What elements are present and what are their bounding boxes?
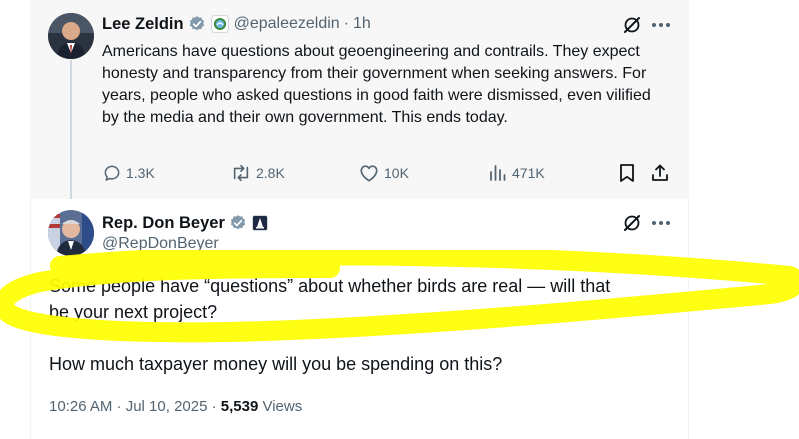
grok-icon[interactable]: [621, 212, 643, 234]
affiliation-icon[interactable]: [251, 215, 268, 231]
views-count: 471K: [512, 165, 545, 181]
share-icon: [652, 164, 668, 181]
like-button[interactable]: 10K: [358, 163, 409, 183]
verified-badge-icon: [188, 15, 206, 33]
parent-tweet-text: Americans have questions about geoengine…: [102, 43, 651, 126]
main-tweet-text-line1: Some people have “questions” about wheth…: [49, 276, 611, 296]
avatar[interactable]: [48, 13, 94, 59]
bookmark-button[interactable]: [618, 163, 640, 183]
verified-badge-icon: [229, 214, 247, 232]
author-handle[interactable]: @epaleezeldin: [234, 15, 340, 33]
author-handle[interactable]: @RepDonBeyer: [102, 235, 219, 253]
main-tweet-header: Rep. Don Beyer: [102, 212, 268, 234]
tweet-meta: 10:26 AM · Jul 10, 2025 · 5,539 Views: [49, 398, 302, 415]
avatar[interactable]: [48, 210, 94, 256]
reply-count: 1.3K: [126, 165, 155, 181]
tweet-time[interactable]: 1h: [353, 15, 371, 33]
grok-icon[interactable]: [621, 14, 643, 36]
like-icon: [360, 165, 378, 182]
page-background-left: [0, 0, 30, 439]
separator: ·: [343, 15, 350, 32]
share-button[interactable]: [650, 163, 674, 183]
main-tweet-text-line2: be your next project?: [49, 302, 218, 322]
thread-connector-line: [70, 60, 72, 210]
reply-button[interactable]: 1.3K: [102, 163, 155, 183]
tweet-timestamp[interactable]: 10:26 AM · Jul 10, 2025 ·: [49, 398, 221, 415]
parent-tweet-actions: 1.3K 2.8K 10K 471K: [102, 163, 674, 187]
bookmark-icon: [620, 164, 634, 182]
like-count: 10K: [384, 165, 409, 181]
affiliation-icon[interactable]: [210, 15, 229, 33]
views-icon: [490, 165, 506, 181]
main-tweet-text-para2: How much taxpayer money will you be spen…: [49, 354, 503, 374]
author-name[interactable]: Rep. Don Beyer: [102, 214, 225, 233]
more-icon[interactable]: [650, 14, 672, 36]
repost-count: 2.8K: [256, 165, 285, 181]
author-name[interactable]: Lee Zeldin: [102, 15, 184, 34]
reply-icon: [104, 165, 120, 181]
parent-tweet-header: Lee Zeldin @epaleezeldin · 1h: [102, 13, 371, 35]
views-button[interactable]: 471K: [488, 163, 545, 183]
page-background-right: [689, 0, 799, 439]
views-number: 5,539: [220, 398, 259, 415]
views-label: Views: [258, 398, 303, 415]
more-icon[interactable]: [650, 212, 672, 234]
main-tweet-handle-row: @RepDonBeyer: [102, 234, 219, 254]
repost-icon: [233, 164, 249, 182]
repost-button[interactable]: 2.8K: [230, 163, 285, 183]
